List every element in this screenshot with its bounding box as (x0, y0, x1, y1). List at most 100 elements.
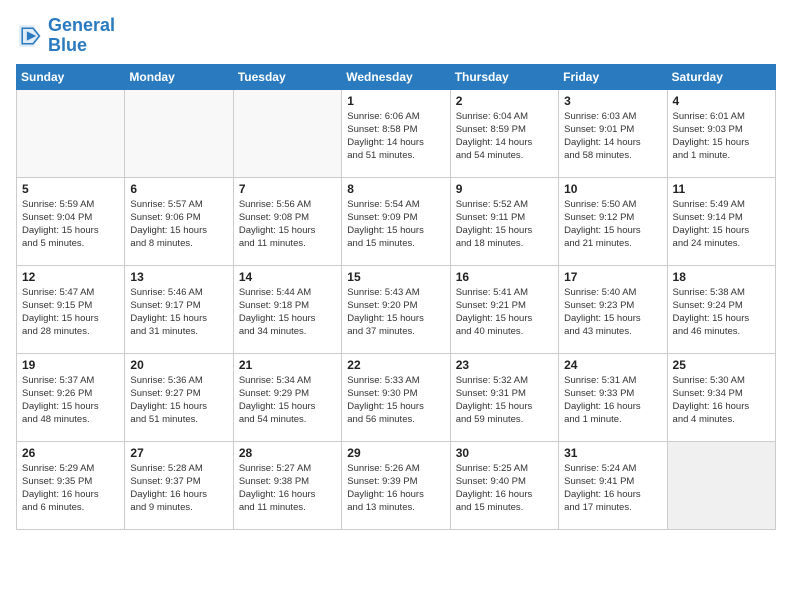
calendar-table: SundayMondayTuesdayWednesdayThursdayFrid… (16, 64, 776, 530)
day-number: 10 (564, 182, 661, 196)
day-info: Sunrise: 5:31 AM Sunset: 9:33 PM Dayligh… (564, 374, 661, 427)
day-info: Sunrise: 6:04 AM Sunset: 8:59 PM Dayligh… (456, 110, 553, 163)
day-info: Sunrise: 5:28 AM Sunset: 9:37 PM Dayligh… (130, 462, 227, 515)
day-cell: 18 Sunrise: 5:38 AM Sunset: 9:24 PM Dayli… (667, 265, 775, 353)
week-row-5: 26 Sunrise: 5:29 AM Sunset: 9:35 PM Dayli… (17, 441, 776, 529)
day-cell: 15 Sunrise: 5:43 AM Sunset: 9:20 PM Dayli… (342, 265, 450, 353)
day-cell: 16 Sunrise: 5:41 AM Sunset: 9:21 PM Dayli… (450, 265, 558, 353)
day-cell: 30Sunrise: 5:25 AM Sunset: 9:40 PM Dayli… (450, 441, 558, 529)
day-info: Sunrise: 5:26 AM Sunset: 9:39 PM Dayligh… (347, 462, 444, 515)
header-cell-friday: Friday (559, 64, 667, 89)
day-info: Sunrise: 5:54 AM Sunset: 9:09 PM Dayligh… (347, 198, 444, 251)
day-info: Sunrise: 5:57 AM Sunset: 9:06 PM Dayligh… (130, 198, 227, 251)
day-info: Sunrise: 5:59 AM Sunset: 9:04 PM Dayligh… (22, 198, 119, 251)
day-cell (125, 89, 233, 177)
week-row-3: 12Sunrise: 5:47 AM Sunset: 9:15 PM Dayli… (17, 265, 776, 353)
day-number: 13 (130, 270, 227, 284)
day-cell: 17 Sunrise: 5:40 AM Sunset: 9:23 PM Dayli… (559, 265, 667, 353)
day-cell: 24Sunrise: 5:31 AM Sunset: 9:33 PM Dayli… (559, 353, 667, 441)
day-cell: 8 Sunrise: 5:54 AM Sunset: 9:09 PM Daylig… (342, 177, 450, 265)
day-info: Sunrise: 6:01 AM Sunset: 9:03 PM Dayligh… (673, 110, 770, 163)
calendar-body: 1 Sunrise: 6:06 AM Sunset: 8:58 PM Daylig… (17, 89, 776, 529)
day-number: 9 (456, 182, 553, 196)
day-cell: 5 Sunrise: 5:59 AM Sunset: 9:04 PM Daylig… (17, 177, 125, 265)
day-cell (233, 89, 341, 177)
day-number: 19 (22, 358, 119, 372)
day-cell (17, 89, 125, 177)
logo-text-line2: Blue (48, 36, 115, 56)
day-cell: 4 Sunrise: 6:01 AM Sunset: 9:03 PM Daylig… (667, 89, 775, 177)
day-info: Sunrise: 5:34 AM Sunset: 9:29 PM Dayligh… (239, 374, 336, 427)
day-number: 7 (239, 182, 336, 196)
page-header: General Blue (16, 16, 776, 56)
day-info: Sunrise: 5:49 AM Sunset: 9:14 PM Dayligh… (673, 198, 770, 251)
day-info: Sunrise: 5:25 AM Sunset: 9:40 PM Dayligh… (456, 462, 553, 515)
day-info: Sunrise: 5:27 AM Sunset: 9:38 PM Dayligh… (239, 462, 336, 515)
day-cell: 1 Sunrise: 6:06 AM Sunset: 8:58 PM Daylig… (342, 89, 450, 177)
day-info: Sunrise: 6:03 AM Sunset: 9:01 PM Dayligh… (564, 110, 661, 163)
day-number: 31 (564, 446, 661, 460)
week-row-1: 1 Sunrise: 6:06 AM Sunset: 8:58 PM Daylig… (17, 89, 776, 177)
day-info: Sunrise: 5:37 AM Sunset: 9:26 PM Dayligh… (22, 374, 119, 427)
day-info: Sunrise: 5:38 AM Sunset: 9:24 PM Dayligh… (673, 286, 770, 339)
day-info: Sunrise: 5:44 AM Sunset: 9:18 PM Dayligh… (239, 286, 336, 339)
day-cell: 25Sunrise: 5:30 AM Sunset: 9:34 PM Dayli… (667, 353, 775, 441)
day-cell: 31 Sunrise: 5:24 AM Sunset: 9:41 PM Dayli… (559, 441, 667, 529)
day-number: 1 (347, 94, 444, 108)
day-cell: 6Sunrise: 5:57 AM Sunset: 9:06 PM Daylig… (125, 177, 233, 265)
day-info: Sunrise: 5:24 AM Sunset: 9:41 PM Dayligh… (564, 462, 661, 515)
day-info: Sunrise: 5:33 AM Sunset: 9:30 PM Dayligh… (347, 374, 444, 427)
day-info: Sunrise: 5:41 AM Sunset: 9:21 PM Dayligh… (456, 286, 553, 339)
day-cell: 27Sunrise: 5:28 AM Sunset: 9:37 PM Dayli… (125, 441, 233, 529)
day-number: 4 (673, 94, 770, 108)
day-number: 15 (347, 270, 444, 284)
day-info: Sunrise: 5:43 AM Sunset: 9:20 PM Dayligh… (347, 286, 444, 339)
day-number: 25 (673, 358, 770, 372)
day-number: 5 (22, 182, 119, 196)
day-cell: 29 Sunrise: 5:26 AM Sunset: 9:39 PM Dayli… (342, 441, 450, 529)
header-cell-monday: Monday (125, 64, 233, 89)
day-number: 28 (239, 446, 336, 460)
header-cell-tuesday: Tuesday (233, 64, 341, 89)
day-info: Sunrise: 5:40 AM Sunset: 9:23 PM Dayligh… (564, 286, 661, 339)
day-cell: 9 Sunrise: 5:52 AM Sunset: 9:11 PM Daylig… (450, 177, 558, 265)
day-cell: 14Sunrise: 5:44 AM Sunset: 9:18 PM Dayli… (233, 265, 341, 353)
day-cell: 23 Sunrise: 5:32 AM Sunset: 9:31 PM Dayli… (450, 353, 558, 441)
day-info: Sunrise: 5:32 AM Sunset: 9:31 PM Dayligh… (456, 374, 553, 427)
day-info: Sunrise: 5:47 AM Sunset: 9:15 PM Dayligh… (22, 286, 119, 339)
day-cell: 19 Sunrise: 5:37 AM Sunset: 9:26 PM Dayli… (17, 353, 125, 441)
week-row-4: 19 Sunrise: 5:37 AM Sunset: 9:26 PM Dayli… (17, 353, 776, 441)
day-cell: 11Sunrise: 5:49 AM Sunset: 9:14 PM Dayli… (667, 177, 775, 265)
week-row-2: 5 Sunrise: 5:59 AM Sunset: 9:04 PM Daylig… (17, 177, 776, 265)
day-cell: 12Sunrise: 5:47 AM Sunset: 9:15 PM Dayli… (17, 265, 125, 353)
day-number: 16 (456, 270, 553, 284)
logo-text-line1: General (48, 16, 115, 36)
day-info: Sunrise: 6:06 AM Sunset: 8:58 PM Dayligh… (347, 110, 444, 163)
header-cell-sunday: Sunday (17, 64, 125, 89)
day-number: 17 (564, 270, 661, 284)
day-number: 22 (347, 358, 444, 372)
header-cell-saturday: Saturday (667, 64, 775, 89)
day-cell (667, 441, 775, 529)
day-info: Sunrise: 5:46 AM Sunset: 9:17 PM Dayligh… (130, 286, 227, 339)
day-number: 3 (564, 94, 661, 108)
day-number: 8 (347, 182, 444, 196)
header-cell-wednesday: Wednesday (342, 64, 450, 89)
day-cell: 7Sunrise: 5:56 AM Sunset: 9:08 PM Daylig… (233, 177, 341, 265)
day-number: 2 (456, 94, 553, 108)
day-cell: 3 Sunrise: 6:03 AM Sunset: 9:01 PM Daylig… (559, 89, 667, 177)
logo: General Blue (16, 16, 115, 56)
day-number: 26 (22, 446, 119, 460)
day-number: 29 (347, 446, 444, 460)
calendar-header: SundayMondayTuesdayWednesdayThursdayFrid… (17, 64, 776, 89)
day-number: 21 (239, 358, 336, 372)
day-info: Sunrise: 5:52 AM Sunset: 9:11 PM Dayligh… (456, 198, 553, 251)
day-info: Sunrise: 5:36 AM Sunset: 9:27 PM Dayligh… (130, 374, 227, 427)
day-cell: 22 Sunrise: 5:33 AM Sunset: 9:30 PM Dayli… (342, 353, 450, 441)
day-number: 23 (456, 358, 553, 372)
day-cell: 28 Sunrise: 5:27 AM Sunset: 9:38 PM Dayli… (233, 441, 341, 529)
day-number: 18 (673, 270, 770, 284)
day-cell: 21 Sunrise: 5:34 AM Sunset: 9:29 PM Dayli… (233, 353, 341, 441)
day-info: Sunrise: 5:50 AM Sunset: 9:12 PM Dayligh… (564, 198, 661, 251)
day-info: Sunrise: 5:29 AM Sunset: 9:35 PM Dayligh… (22, 462, 119, 515)
